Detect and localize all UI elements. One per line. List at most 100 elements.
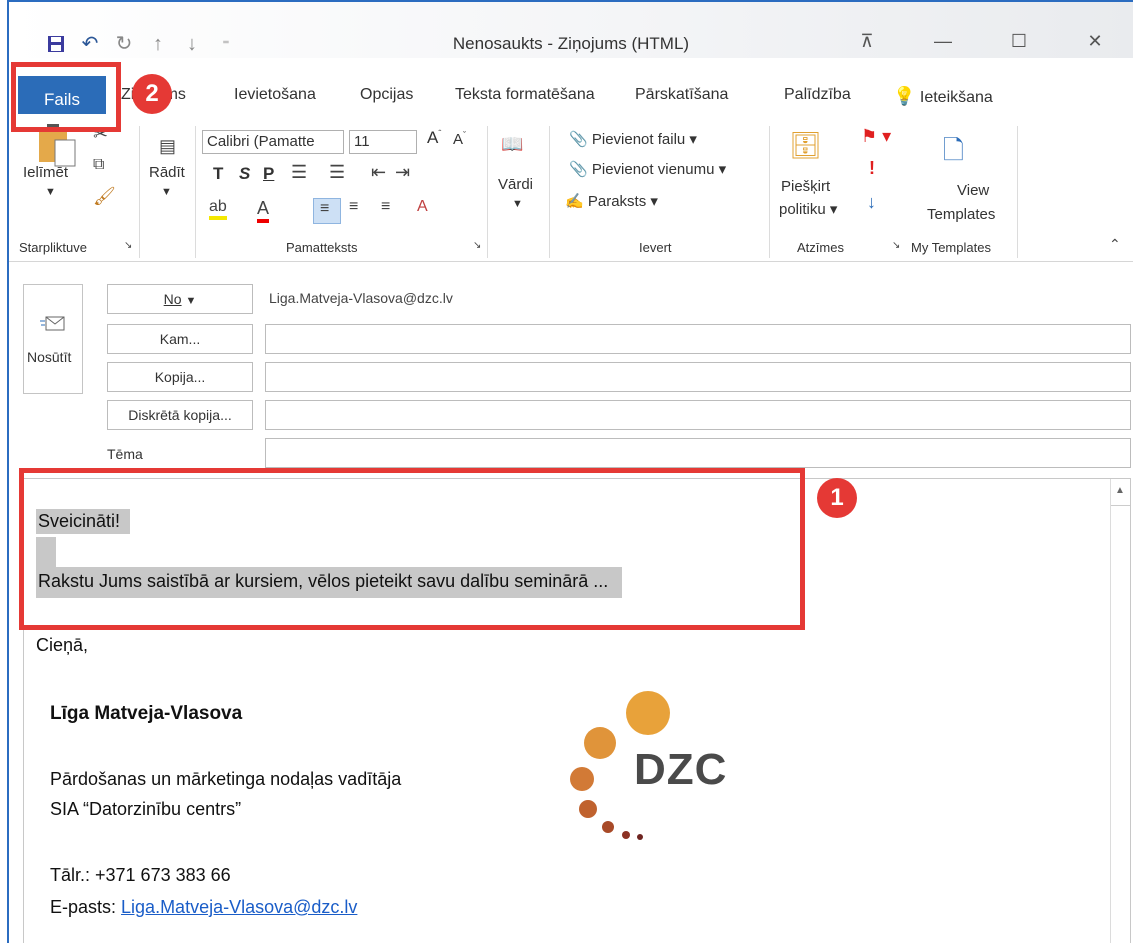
assign-policy-button[interactable]: Piešķirt <box>781 178 830 195</box>
chevron-down-icon: ▼ <box>161 186 172 198</box>
show-button[interactable]: Rādīt <box>149 164 185 181</box>
clear-formatting-icon[interactable]: A <box>417 198 428 216</box>
align-left-icon: ≡ <box>320 200 330 217</box>
title-bar: ↶ ↻ ↑ ↓ ⁼ Nenosaukts - Ziņojums (HTML) ⊼… <box>9 2 1133 58</box>
align-left-button[interactable]: ≡ <box>313 198 341 224</box>
view-templates-icon[interactable]: 🗋 <box>943 132 964 176</box>
align-center-icon[interactable]: ≡ <box>349 198 358 216</box>
to-field[interactable] <box>265 324 1131 354</box>
shrink-font-icon[interactable]: Aˇ <box>453 130 466 148</box>
annotation-box-body <box>19 468 805 630</box>
minimize-icon[interactable]: — <box>905 26 981 56</box>
message-header: Nosūtīt No ▼ Liga.Matveja-Vlasova@dzc.lv… <box>9 264 1133 474</box>
high-importance-icon[interactable]: ! <box>869 158 875 179</box>
numbering-icon[interactable]: ☰ <box>329 162 345 183</box>
chevron-down-icon: ▼ <box>45 186 56 198</box>
signature-button[interactable]: ✍ Paraksts ▾ <box>565 192 658 210</box>
group-label-basic-text: Pamatteksts <box>286 240 358 255</box>
view-templates-button[interactable]: View <box>957 182 989 199</box>
collapse-ribbon-icon[interactable]: ⌃ <box>1109 236 1121 253</box>
group-label-clipboard: Starpliktuve <box>19 240 87 255</box>
from-value: Liga.Matveja-Vlasova@dzc.lv <box>269 290 453 306</box>
dialog-launcher-icon[interactable]: ↘ <box>892 240 900 251</box>
signature-phone: Tālr.: +371 673 383 66 <box>50 865 231 885</box>
tab-format-text[interactable]: Teksta formatēšana <box>455 86 595 104</box>
tab-review[interactable]: Pārskatīšana <box>635 86 728 104</box>
annotation-badge-1: 1 <box>817 478 857 518</box>
signature-position: Pārdošanas un mārketinga nodaļas vadītāj… <box>50 769 402 789</box>
group-separator <box>139 126 140 258</box>
ribbon-display-options-icon[interactable]: ⊼ <box>829 26 905 56</box>
address-book-icon[interactable]: 📖 <box>501 134 523 155</box>
show-icon[interactable]: ▤ <box>159 136 176 157</box>
attach-item-button[interactable]: 📎 Pievienot vienumu ▾ <box>569 160 726 178</box>
attach-file-button[interactable]: 📎 Pievienot failu ▾ <box>569 130 697 148</box>
highlight-icon[interactable]: ab <box>209 198 227 220</box>
grow-font-icon[interactable]: Aˆ <box>427 128 441 148</box>
cc-field[interactable] <box>265 362 1131 392</box>
ribbon: Ielīmēt ▼ ✂ ⧉ 🖌 Starpliktuve ↘ ▤ Rādīt ▼… <box>9 114 1133 262</box>
send-icon <box>40 316 65 331</box>
group-separator <box>769 126 770 258</box>
flag-icon[interactable]: ⚑ ▾ <box>861 126 891 147</box>
cc-button[interactable]: Kopija... <box>107 362 253 392</box>
group-separator <box>487 126 488 258</box>
maximize-icon[interactable]: ☐ <box>981 26 1057 56</box>
names-button[interactable]: Vārdi <box>498 176 533 193</box>
annotation-badge-2: 2 <box>132 74 172 114</box>
bold-button[interactable]: T <box>213 164 223 184</box>
group-label-my-templates: My Templates <box>911 240 991 255</box>
copy-icon[interactable]: ⧉ <box>93 156 104 174</box>
tab-insert[interactable]: Ievietošana <box>234 86 316 104</box>
dzc-logo-text: DZC <box>634 745 728 794</box>
signature-email-line: E-pasts: Liga.Matveja-Vlasova@dzc.lv <box>50 897 358 917</box>
format-painter-icon[interactable]: 🖌 <box>93 186 116 207</box>
outlook-message-window: ↶ ↻ ↑ ↓ ⁼ Nenosaukts - Ziņojums (HTML) ⊼… <box>7 0 1133 943</box>
group-label-tags: Atzīmes <box>797 240 844 255</box>
font-size-select[interactable]: 11 <box>349 130 417 154</box>
group-label-insert: Ievert <box>639 240 672 255</box>
italic-button[interactable]: S <box>239 164 250 184</box>
dialog-launcher-icon[interactable]: ↘ <box>124 240 132 251</box>
scroll-up-icon[interactable]: ▲ <box>1115 485 1125 496</box>
chevron-down-icon: ▼ <box>185 295 197 307</box>
font-name-select[interactable]: Calibri (Pamatte <box>202 130 344 154</box>
closing-text: Cieņā, <box>36 635 89 655</box>
underline-button[interactable]: P <box>263 164 274 184</box>
group-separator <box>195 126 196 258</box>
chevron-down-icon: ▼ <box>512 198 523 210</box>
tab-tell-me[interactable]: 💡 Ieteikšana <box>893 86 993 107</box>
tab-help[interactable]: Palīdzība <box>784 86 851 104</box>
tab-options[interactable]: Opcijas <box>360 86 413 104</box>
ribbon-tabs: Fails Ziņojums Ievietošana Opcijas Tekst… <box>9 70 1133 124</box>
send-button[interactable]: Nosūtīt <box>23 284 83 394</box>
view-templates-button-2[interactable]: Templates <box>927 206 995 223</box>
vertical-scrollbar[interactable]: ▲ <box>1110 479 1130 943</box>
subject-field[interactable] <box>265 438 1131 468</box>
group-separator <box>549 126 550 258</box>
window-controls: ⊼ — ☐ ✕ <box>829 26 1133 56</box>
email-link[interactable]: Liga.Matveja-Vlasova@dzc.lv <box>121 897 357 917</box>
to-button[interactable]: Kam... <box>107 324 253 354</box>
lightbulb-icon: 💡 <box>893 86 916 106</box>
bcc-button[interactable]: Diskrētā kopija... <box>107 400 253 430</box>
dialog-launcher-icon[interactable]: ↘ <box>473 240 481 251</box>
decrease-indent-icon[interactable]: ⇤ <box>371 162 386 183</box>
close-icon[interactable]: ✕ <box>1057 26 1133 56</box>
assign-policy-icon[interactable]: 🗄 <box>789 130 822 161</box>
low-importance-icon[interactable]: ↓ <box>867 192 876 213</box>
increase-indent-icon[interactable]: ⇥ <box>395 162 410 183</box>
group-separator <box>1017 126 1018 258</box>
from-button[interactable]: No ▼ <box>107 284 253 314</box>
assign-policy-button-2[interactable]: politiku ▾ <box>779 200 837 218</box>
font-color-icon[interactable]: A <box>257 198 270 223</box>
scrollbar-divider <box>1111 505 1130 506</box>
align-right-icon[interactable]: ≡ <box>381 198 390 216</box>
annotation-box-file <box>11 62 121 132</box>
bcc-field[interactable] <box>265 400 1131 430</box>
signature-name: Līga Matveja-Vlasova <box>50 703 243 724</box>
attach-item-icon: 📎 <box>569 161 588 178</box>
bullets-icon[interactable]: ☰ <box>291 162 307 183</box>
paperclip-icon: 📎 <box>569 131 588 148</box>
signature-icon: ✍ <box>565 193 584 210</box>
